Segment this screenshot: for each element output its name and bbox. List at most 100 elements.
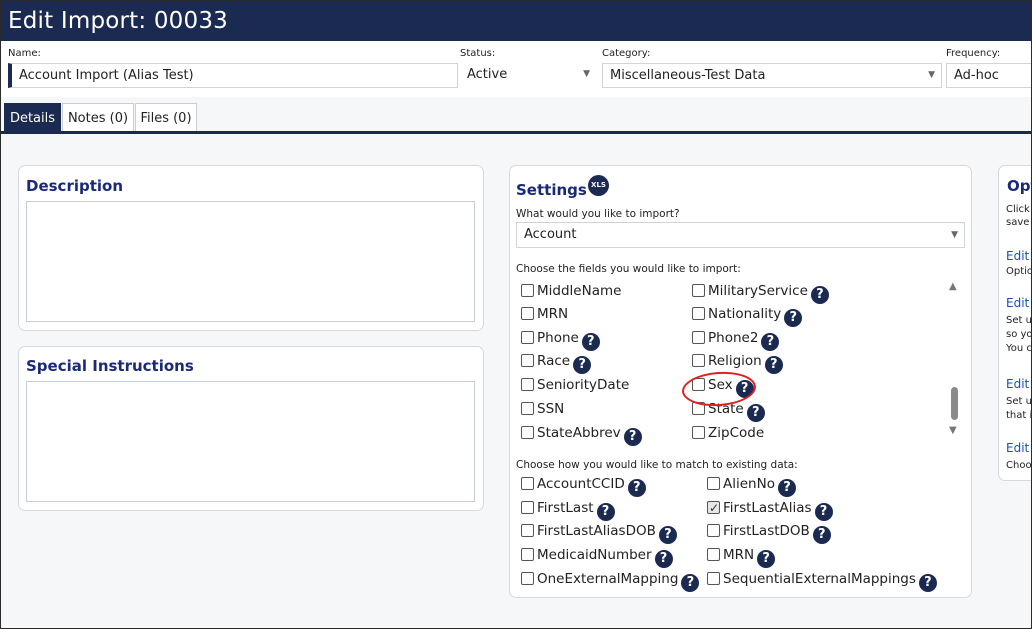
scroll-down-icon[interactable]: ▼ <box>949 425 957 436</box>
match-firstlastalias[interactable]: FirstLastAlias? <box>707 498 833 521</box>
checkbox[interactable] <box>707 572 720 585</box>
options-text-2c: You c <box>1006 343 1032 354</box>
import-label: What would you like to import? <box>516 208 680 220</box>
checkbox[interactable] <box>692 284 705 297</box>
checkbox[interactable] <box>521 524 534 537</box>
edit-link-3[interactable]: Edit <box>1006 377 1029 391</box>
field-stateabbrev[interactable]: StateAbbrev? <box>521 423 642 446</box>
checkbox[interactable] <box>521 548 534 561</box>
field-race[interactable]: Race? <box>521 351 592 374</box>
option-label: OneExternalMapping <box>537 571 679 587</box>
question-circle-icon[interactable]: ? <box>814 503 833 521</box>
edit-link-4[interactable]: Edit <box>1006 441 1029 455</box>
option-label: AccountCCID <box>537 476 625 492</box>
field-zipcode[interactable]: ZipCode <box>692 423 764 443</box>
tab-notes[interactable]: Notes (0) <box>62 103 134 132</box>
checkbox[interactable] <box>521 284 534 297</box>
options-text-3b: that i <box>1006 410 1032 421</box>
option-label: MilitaryService <box>708 283 808 299</box>
import-select[interactable]: Account ▼ <box>516 222 965 248</box>
match-mrn[interactable]: MRN? <box>707 545 776 568</box>
name-input[interactable]: Account Import (Alias Test) <box>8 63 458 88</box>
checkbox[interactable] <box>707 524 720 537</box>
options-text-4: Choo <box>1006 460 1032 471</box>
checkbox[interactable] <box>521 501 534 514</box>
checkbox[interactable] <box>692 331 705 344</box>
option-label: Religion <box>708 353 762 369</box>
field-sex[interactable]: Sex? <box>692 375 754 398</box>
options-text-2b: so yo <box>1006 329 1032 340</box>
edit-link-1[interactable]: Edit <box>1006 249 1029 263</box>
checkbox[interactable] <box>707 548 720 561</box>
option-label: StateAbbrev <box>537 425 621 441</box>
question-circle-icon[interactable]: ? <box>746 404 765 422</box>
field-middlename[interactable]: MiddleName <box>521 281 621 301</box>
question-circle-icon[interactable]: ? <box>810 286 829 304</box>
question-circle-icon[interactable]: ? <box>658 526 677 544</box>
field-phone[interactable]: Phone? <box>521 328 600 351</box>
checkbox[interactable] <box>692 378 705 391</box>
match-firstlastaliasdob[interactable]: FirstLastAliasDOB? <box>521 521 677 544</box>
question-circle-icon[interactable]: ? <box>654 550 673 568</box>
fields-label: Choose the fields you would like to impo… <box>516 263 741 275</box>
fields-scrollbar[interactable]: ▲ ▼ <box>945 281 963 441</box>
field-nationality[interactable]: Nationality? <box>692 304 803 327</box>
question-circle-icon[interactable]: ? <box>918 574 937 592</box>
match-firstlastdob[interactable]: FirstLastDOB? <box>707 521 831 544</box>
field-religion[interactable]: Religion? <box>692 351 783 374</box>
checkbox[interactable] <box>692 426 705 439</box>
field-mrn[interactable]: MRN <box>521 304 568 324</box>
checkbox[interactable] <box>521 477 534 490</box>
tab-details[interactable]: Details <box>4 103 61 132</box>
match-accountccid[interactable]: AccountCCID? <box>521 474 646 497</box>
option-label: FirstLastAlias <box>723 500 812 516</box>
question-circle-icon[interactable]: ? <box>812 526 831 544</box>
title-bar: Edit Import: 00033 <box>1 1 1031 41</box>
options-text-2a: Set u <box>1006 315 1032 326</box>
question-circle-icon[interactable]: ? <box>623 428 642 446</box>
checkbox[interactable] <box>692 402 705 415</box>
question-circle-icon[interactable]: ? <box>596 503 615 521</box>
checkbox[interactable] <box>707 477 720 490</box>
header-fields: Name: Account Import (Alias Test) Status… <box>1 41 1031 97</box>
description-textarea[interactable] <box>26 201 475 322</box>
question-circle-icon[interactable]: ? <box>581 333 600 351</box>
field-ssn[interactable]: SSN <box>521 399 564 419</box>
status-select[interactable]: Active ▼ <box>460 63 596 88</box>
match-oneexternalmapping[interactable]: OneExternalMapping? <box>521 569 700 592</box>
field-senioritydate[interactable]: SeniorityDate <box>521 375 629 395</box>
checkbox[interactable] <box>521 354 534 367</box>
xls-export-icon[interactable]: XLS <box>588 175 609 196</box>
match-alienno[interactable]: AlienNo? <box>707 474 796 497</box>
match-firstlast[interactable]: FirstLast? <box>521 498 615 521</box>
checkbox[interactable] <box>521 572 534 585</box>
checkbox[interactable] <box>692 354 705 367</box>
checkbox[interactable] <box>521 307 534 320</box>
checkbox[interactable] <box>521 378 534 391</box>
tab-files[interactable]: Files (0) <box>135 103 197 132</box>
question-circle-icon[interactable]: ? <box>764 356 783 374</box>
question-circle-icon[interactable]: ? <box>573 356 592 374</box>
checkbox[interactable] <box>692 307 705 320</box>
question-circle-icon[interactable]: ? <box>627 479 646 497</box>
field-militaryservice[interactable]: MilitaryService? <box>692 281 829 304</box>
special-instructions-textarea[interactable] <box>26 381 475 502</box>
field-phone2[interactable]: Phone2? <box>692 328 780 351</box>
field-state[interactable]: State? <box>692 399 765 422</box>
frequency-select[interactable]: Ad-hoc <box>946 63 1031 88</box>
question-circle-icon[interactable]: ? <box>735 380 754 398</box>
checkbox[interactable] <box>521 402 534 415</box>
match-sequentialexternalmappings[interactable]: SequentialExternalMappings? <box>707 569 937 592</box>
match-medicaidnumber[interactable]: MedicaidNumber? <box>521 545 673 568</box>
question-circle-icon[interactable]: ? <box>777 479 796 497</box>
scrollbar-thumb[interactable] <box>951 387 958 420</box>
scroll-up-icon[interactable]: ▲ <box>949 281 957 292</box>
checkbox[interactable] <box>521 426 534 439</box>
app-frame: Edit Import: 00033 Name: Account Import … <box>0 0 1032 629</box>
settings-title: Settings <box>516 181 587 199</box>
checkbox-checked[interactable] <box>707 498 720 518</box>
category-select[interactable]: Miscellaneous-Test Data ▼ <box>602 63 942 88</box>
edit-link-2[interactable]: Edit <box>1006 296 1029 310</box>
status-value: Active <box>467 67 508 82</box>
checkbox[interactable] <box>521 331 534 344</box>
